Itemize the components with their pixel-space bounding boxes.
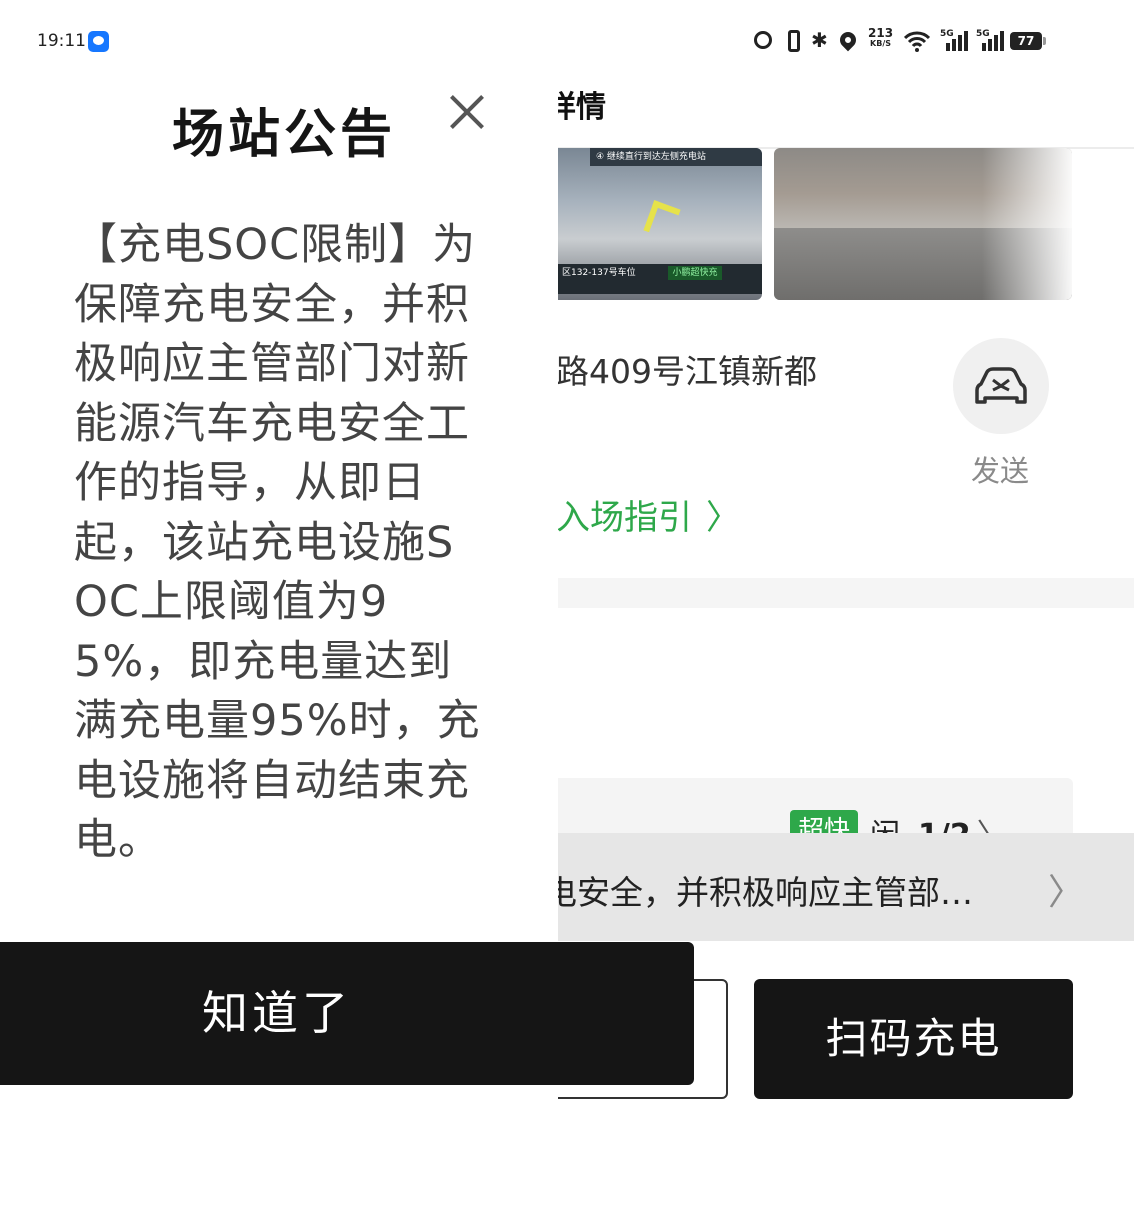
chevron-right-icon: 〉 [706, 498, 740, 538]
dialog-title: 场站公告 [172, 105, 397, 165]
station-photo-1[interactable]: ④ 继续直行到达左侧充电站 区132-137号车位 小鹏超快充 [558, 148, 762, 300]
photo-fade [982, 148, 1072, 300]
battery-icon: 77 [1010, 32, 1046, 50]
photo-sign-bottom: 区132-137号车位 小鹏超快充 [558, 264, 762, 294]
charging-pile-card[interactable]: 超快闲 1/2 〉 [558, 778, 1073, 838]
scan-charge-button[interactable]: 扫码充电 [754, 979, 1073, 1099]
alarm-icon [754, 31, 772, 49]
send-label: 发送 [971, 454, 1030, 488]
cell-signal-1-icon: 5G [940, 29, 970, 53]
status-time: 19:11 [37, 31, 86, 51]
close-icon[interactable] [447, 92, 487, 132]
network-speed: 213 KB/S [868, 26, 894, 48]
cell-signal-2-icon: 5G [976, 29, 1006, 53]
photo-parking-text: 区132-137号车位 [562, 268, 636, 278]
chevron-right-icon: 〉 [1048, 872, 1085, 913]
location-icon [836, 28, 860, 52]
status-bar: 19:11 ✱ 213 KB/S 5G 5G 77 [0, 0, 1134, 84]
entry-guide-link[interactable]: 入场指引〉 [556, 490, 740, 539]
station-address: 路409号江镇新都 [556, 352, 817, 391]
vibrate-icon [788, 30, 800, 52]
announcement-dialog: 场站公告 【充电SOC限制】为保障充电安全，并积极响应主管部门对新能源汽车充电安… [0, 84, 694, 1220]
send-to-car-button[interactable] [953, 338, 1049, 434]
bluetooth-icon: ✱ [811, 28, 828, 52]
dialog-body-text: 【充电SOC限制】为保障充电安全，并积极响应主管部门对新能源汽车充电安全工作的指… [74, 220, 481, 865]
station-photo-2[interactable] [774, 148, 1072, 300]
wifi-icon [904, 31, 930, 52]
got-it-button[interactable]: 知道了 [0, 942, 694, 1085]
got-it-label: 知道了 [202, 986, 352, 1040]
section-separator [558, 578, 1134, 608]
photo-charger-sign: 小鹏超快充 [668, 266, 722, 280]
car-icon [975, 367, 1027, 404]
photo-sign-text: ④ 继续直行到达左侧充电站 [590, 148, 762, 166]
direction-arrow-icon [643, 200, 681, 240]
app-notification-icon [88, 31, 109, 52]
notice-bar[interactable]: 电安全，并积极响应主管部… 〉 [544, 833, 1134, 941]
notice-preview-text: 电安全，并积极响应主管部… [544, 873, 973, 912]
entry-guide-label: 入场指引 [556, 498, 692, 538]
